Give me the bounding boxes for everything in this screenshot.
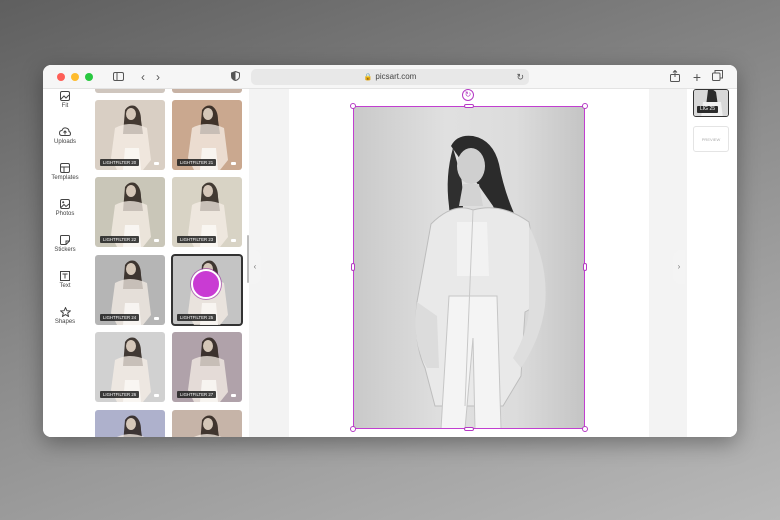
resize-handle-bottom[interactable] [464, 427, 474, 431]
filter-thumbnail[interactable]: LIGHTFILTER 27 [172, 332, 242, 402]
layer-label: LIG 25 [697, 106, 719, 113]
resize-handle-right[interactable] [583, 263, 587, 271]
back-arrow-icon[interactable]: ‹ [137, 70, 149, 84]
browser-window: ‹ › 🔒 picsart.com ↻ + Fit Uploads Templat… [43, 65, 737, 437]
resize-handle-left[interactable] [351, 263, 355, 271]
canvas-workspace: ↻ [249, 89, 687, 437]
resize-handle-top[interactable] [464, 104, 474, 108]
photos-icon [60, 199, 70, 209]
close-window-button[interactable] [57, 73, 65, 81]
filter-label: LIGHTFILTER 24 [100, 314, 140, 321]
layers-panel: LIG 25 PREVIEW [687, 89, 737, 437]
tool-label: Templates [51, 175, 79, 181]
cloud-upload-icon [59, 127, 71, 136]
premium-badge-icon [231, 239, 236, 242]
privacy-shield-icon[interactable] [229, 70, 241, 84]
filter-label: LIGHTFILTER 23 [177, 236, 217, 243]
selection-box [353, 106, 585, 429]
address-bar[interactable]: 🔒 picsart.com ↻ [251, 69, 529, 85]
zoom-window-button[interactable] [85, 73, 93, 81]
share-icon[interactable] [669, 69, 681, 84]
fit-icon [60, 91, 70, 101]
tool-uploads[interactable]: Uploads [43, 127, 87, 157]
templates-icon [60, 163, 70, 173]
premium-badge-icon [154, 394, 159, 397]
filter-label: LIGHTFILTER 25 [177, 314, 217, 321]
filter-preview-image [117, 415, 145, 437]
filter-thumbnail[interactable] [95, 410, 165, 437]
filter-panel: LIGHTFILTER 20 LIGHTFILTER 21 LIGHTFILTER … [87, 89, 249, 437]
filter-thumbnail[interactable]: LIGHTFILTER 26 [95, 332, 165, 402]
minimize-window-button[interactable] [71, 73, 79, 81]
tool-label: Stickers [54, 247, 76, 253]
filter-label: LIGHTFILTER 22 [100, 236, 140, 243]
filter-label: LIGHTFILTER 20 [100, 159, 140, 166]
filter-thumbnail[interactable]: LIGHTFILTER 20 [95, 100, 165, 170]
filter-label: LIGHTFILTER 27 [177, 391, 217, 398]
tool-text[interactable]: Text [43, 271, 87, 301]
tool-photos[interactable]: Photos [43, 199, 87, 229]
filter-preview-image [194, 415, 222, 437]
touch-cursor-icon [191, 269, 221, 299]
resize-handle-top-right[interactable] [582, 103, 588, 109]
forward-arrow-icon[interactable]: › [152, 70, 164, 84]
expand-layers-button[interactable]: › [673, 250, 685, 284]
resize-handle-top-left[interactable] [350, 103, 356, 109]
filter-label: LIGHTFILTER 26 [100, 391, 140, 398]
filter-thumbnail[interactable]: LIGHTFILTER 21 [172, 100, 242, 170]
filter-thumbnail[interactable]: LIGHTFILTER 23 [172, 177, 242, 247]
browser-toolbar: ‹ › 🔒 picsart.com ↻ + [43, 65, 737, 89]
tool-label: Uploads [53, 139, 76, 145]
tab-overview-icon[interactable] [711, 70, 723, 84]
tool-label: Fit [61, 103, 69, 109]
rotate-handle-icon[interactable]: ↻ [462, 89, 474, 101]
filter-label: LIGHTFILTER 21 [177, 159, 217, 166]
tool-label: Shapes [54, 319, 76, 325]
premium-badge-icon [231, 162, 236, 165]
text-icon [60, 271, 70, 281]
lock-icon: 🔒 [363, 74, 373, 81]
premium-badge-icon [154, 317, 159, 320]
filter-thumbnail[interactable]: LIGHTFILTER 24 [95, 255, 165, 325]
tool-label: Text [59, 283, 71, 289]
resize-handle-bottom-left[interactable] [350, 426, 356, 432]
filter-thumbnail[interactable] [172, 410, 242, 437]
address-url: picsart.com [375, 72, 417, 81]
tool-shapes[interactable]: Shapes [43, 307, 87, 337]
filter-thumbnail[interactable]: LIGHTFILTER 22 [95, 177, 165, 247]
resize-handle-bottom-right[interactable] [582, 426, 588, 432]
tool-fit[interactable]: Fit [43, 91, 87, 121]
premium-badge-icon [154, 162, 159, 165]
premium-badge-icon [231, 394, 236, 397]
reload-icon[interactable]: ↻ [516, 69, 524, 85]
chevron-right-icon: › [677, 262, 681, 271]
filter-thumbnail-partial[interactable] [172, 89, 242, 93]
chevron-left-icon: ‹ [253, 262, 257, 271]
sticker-icon [60, 235, 70, 245]
new-tab-icon[interactable]: + [691, 70, 703, 84]
tool-stickers[interactable]: Stickers [43, 235, 87, 265]
tool-templates[interactable]: Templates [43, 163, 87, 193]
premium-badge-icon [154, 239, 159, 242]
filter-thumbnail-partial[interactable] [95, 89, 165, 93]
filter-thumbnail[interactable]: LIGHTFILTER 25 [171, 254, 243, 326]
layer-thumbnail[interactable]: LIG 25 [693, 89, 729, 117]
tool-rail: Fit Uploads Templates Photos Stickers Te… [43, 89, 87, 437]
star-icon [59, 307, 71, 317]
sidebar-toggle-icon[interactable] [111, 70, 125, 84]
tool-label: Photos [55, 211, 75, 217]
layer-placeholder[interactable]: PREVIEW [693, 126, 729, 152]
collapse-panel-button[interactable]: ‹ [249, 250, 261, 284]
